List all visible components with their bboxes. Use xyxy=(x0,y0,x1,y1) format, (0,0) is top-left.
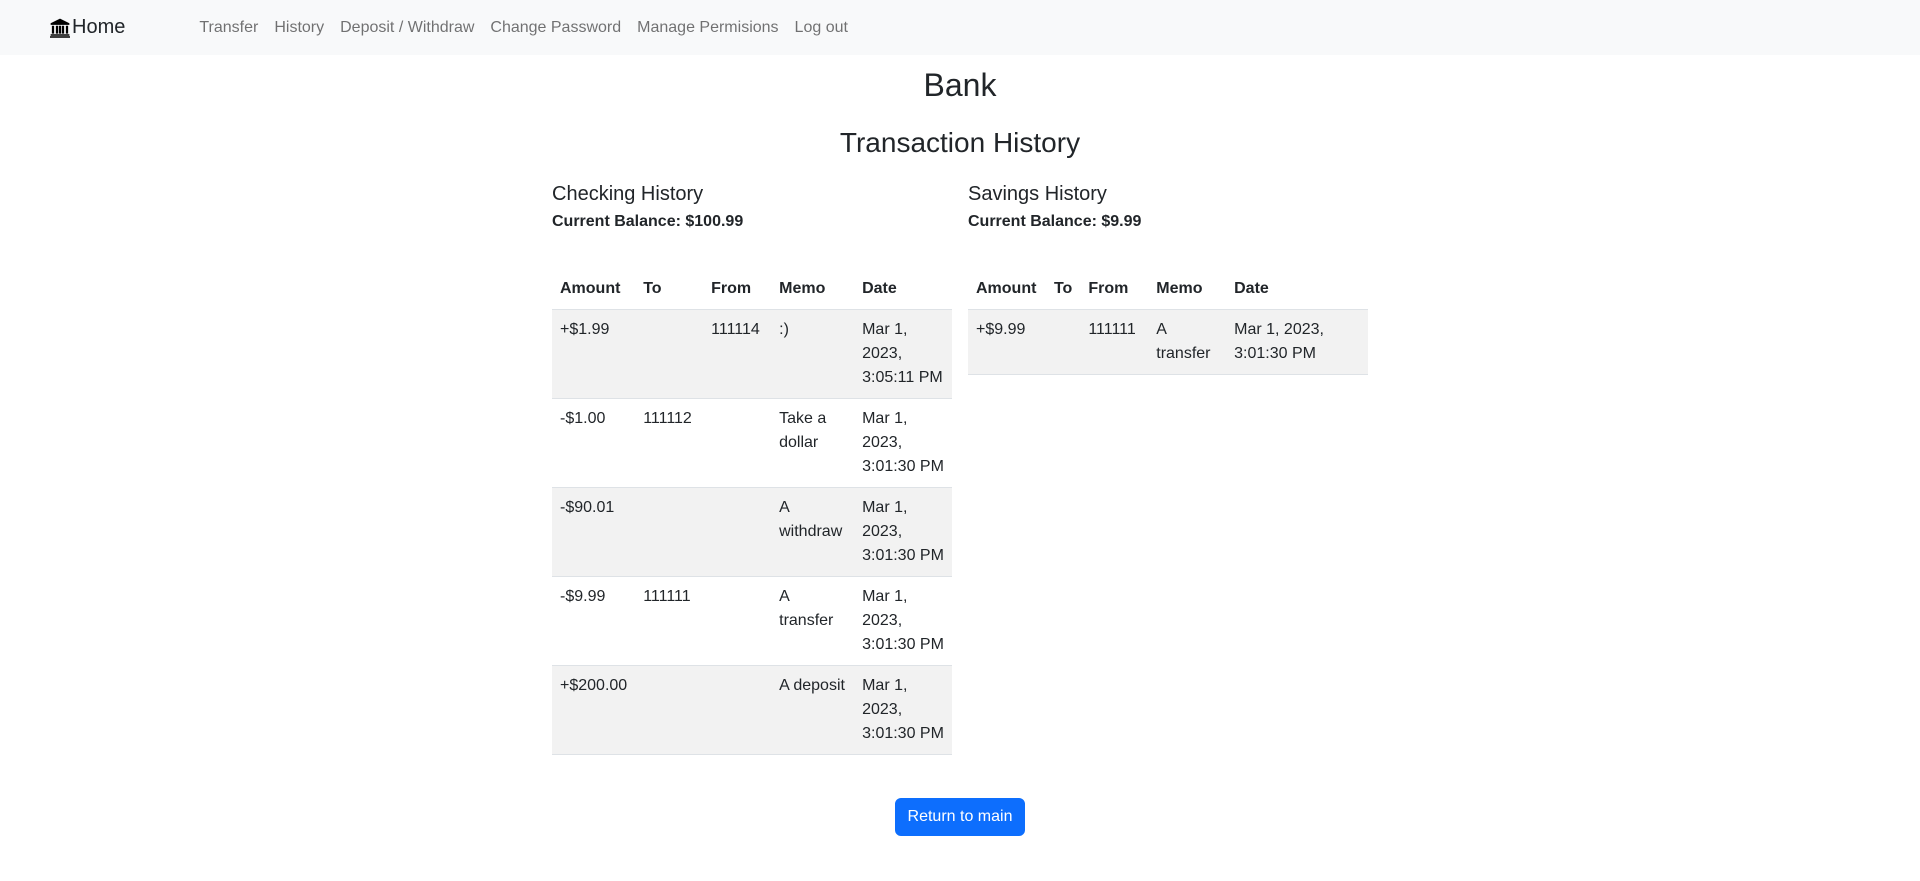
col-amount: Amount xyxy=(552,269,636,310)
top-navbar: Home Transfer History Deposit / Withdraw… xyxy=(0,0,1920,55)
cell-memo: A deposit xyxy=(771,665,855,755)
page-title: Bank xyxy=(923,67,997,103)
col-date: Date xyxy=(1226,269,1368,310)
cell-amount: +$1.99 xyxy=(552,309,636,399)
checking-balance-label: Current Balance: xyxy=(552,213,681,230)
checking-header-row: Amount To From Memo Date xyxy=(552,269,952,310)
nav-manage-permissions[interactable]: Manage Permisions xyxy=(629,19,786,37)
nav-log-out[interactable]: Log out xyxy=(787,19,856,37)
cell-from xyxy=(703,398,772,488)
checking-balance-value: $100.99 xyxy=(685,213,744,230)
nav-history[interactable]: History xyxy=(266,19,332,37)
cell-from xyxy=(703,576,772,666)
bank-icon xyxy=(50,18,70,38)
history-columns: Checking History Current Balance: $100.9… xyxy=(0,161,1920,781)
table-row: +$200.00 A deposit Mar 1, 2023, 3:01:30 … xyxy=(552,665,952,755)
cell-from xyxy=(703,665,772,755)
table-row: -$1.00 111112 Take a dollar Mar 1, 2023,… xyxy=(552,398,952,488)
nav-change-password[interactable]: Change Password xyxy=(482,19,629,37)
cell-date: Mar 1, 2023, 3:01:30 PM xyxy=(854,398,952,488)
checking-history: Checking History Current Balance: $100.9… xyxy=(552,181,952,755)
return-button-wrap: Return to main xyxy=(0,798,1920,836)
table-row: +$9.99 111111 A transfer Mar 1, 2023, 3:… xyxy=(968,309,1368,375)
main-content: Bank Transaction History Checking Histor… xyxy=(0,55,1920,781)
cell-memo: A transfer xyxy=(1148,309,1227,375)
home-link[interactable]: Home xyxy=(50,16,125,39)
savings-balance-label: Current Balance: xyxy=(968,213,1097,230)
cell-to: 111112 xyxy=(635,398,704,488)
cell-amount: -$90.01 xyxy=(552,487,636,577)
col-amount: Amount xyxy=(968,269,1046,310)
cell-date: Mar 1, 2023, 3:01:30 PM xyxy=(854,487,952,577)
col-to: To xyxy=(1045,269,1081,310)
col-date: Date xyxy=(854,269,952,310)
cell-date: Mar 1, 2023, 3:01:30 PM xyxy=(1226,309,1368,375)
savings-table: Amount To From Memo Date +$9.99 111111 A… xyxy=(968,269,1368,375)
checking-balance: Current Balance: $100.99 xyxy=(552,211,952,233)
cell-from: 111111 xyxy=(1080,309,1149,375)
cell-amount: +$200.00 xyxy=(552,665,636,755)
col-from: From xyxy=(703,269,772,310)
cell-memo: A withdraw xyxy=(771,487,855,577)
section-title: Transaction History xyxy=(839,127,1081,158)
return-to-main-button[interactable]: Return to main xyxy=(894,798,1026,836)
home-label: Home xyxy=(72,16,126,38)
savings-balance-value: $9.99 xyxy=(1101,213,1142,230)
cell-date: Mar 1, 2023, 3:01:30 PM xyxy=(854,576,952,666)
cell-to xyxy=(1045,309,1081,375)
table-row: +$1.99 111114 :) Mar 1, 2023, 3:05:11 PM xyxy=(552,309,952,399)
savings-history: Savings History Current Balance: $9.99 A… xyxy=(968,181,1368,375)
checking-heading: Checking History xyxy=(552,183,704,205)
cell-date: Mar 1, 2023, 3:01:30 PM xyxy=(854,665,952,755)
nav-deposit-withdraw[interactable]: Deposit / Withdraw xyxy=(332,19,482,37)
cell-from: 111114 xyxy=(703,309,772,399)
col-memo: Memo xyxy=(771,269,855,310)
table-row: -$9.99 111111 A transfer Mar 1, 2023, 3:… xyxy=(552,576,952,666)
cell-date: Mar 1, 2023, 3:05:11 PM xyxy=(854,309,952,399)
cell-memo: A transfer xyxy=(771,576,855,666)
col-from: From xyxy=(1080,269,1149,310)
cell-memo: :) xyxy=(771,309,855,399)
nav-transfer[interactable]: Transfer xyxy=(191,19,266,37)
cell-amount: -$1.00 xyxy=(552,398,636,488)
table-row: -$90.01 A withdraw Mar 1, 2023, 3:01:30 … xyxy=(552,487,952,577)
cell-to xyxy=(635,665,704,755)
savings-balance: Current Balance: $9.99 xyxy=(968,211,1368,233)
cell-from xyxy=(703,487,772,577)
cell-to xyxy=(635,309,704,399)
nav-links: Transfer History Deposit / Withdraw Chan… xyxy=(191,19,856,37)
cell-to: 111111 xyxy=(635,576,704,666)
col-to: To xyxy=(635,269,704,310)
cell-memo: Take a dollar xyxy=(771,398,855,488)
checking-table: Amount To From Memo Date +$1.99 111114 :… xyxy=(552,269,952,755)
col-memo: Memo xyxy=(1148,269,1227,310)
cell-to xyxy=(635,487,704,577)
savings-header-row: Amount To From Memo Date xyxy=(968,269,1368,310)
savings-heading: Savings History xyxy=(968,183,1107,205)
cell-amount: +$9.99 xyxy=(968,309,1046,375)
cell-amount: -$9.99 xyxy=(552,576,636,666)
